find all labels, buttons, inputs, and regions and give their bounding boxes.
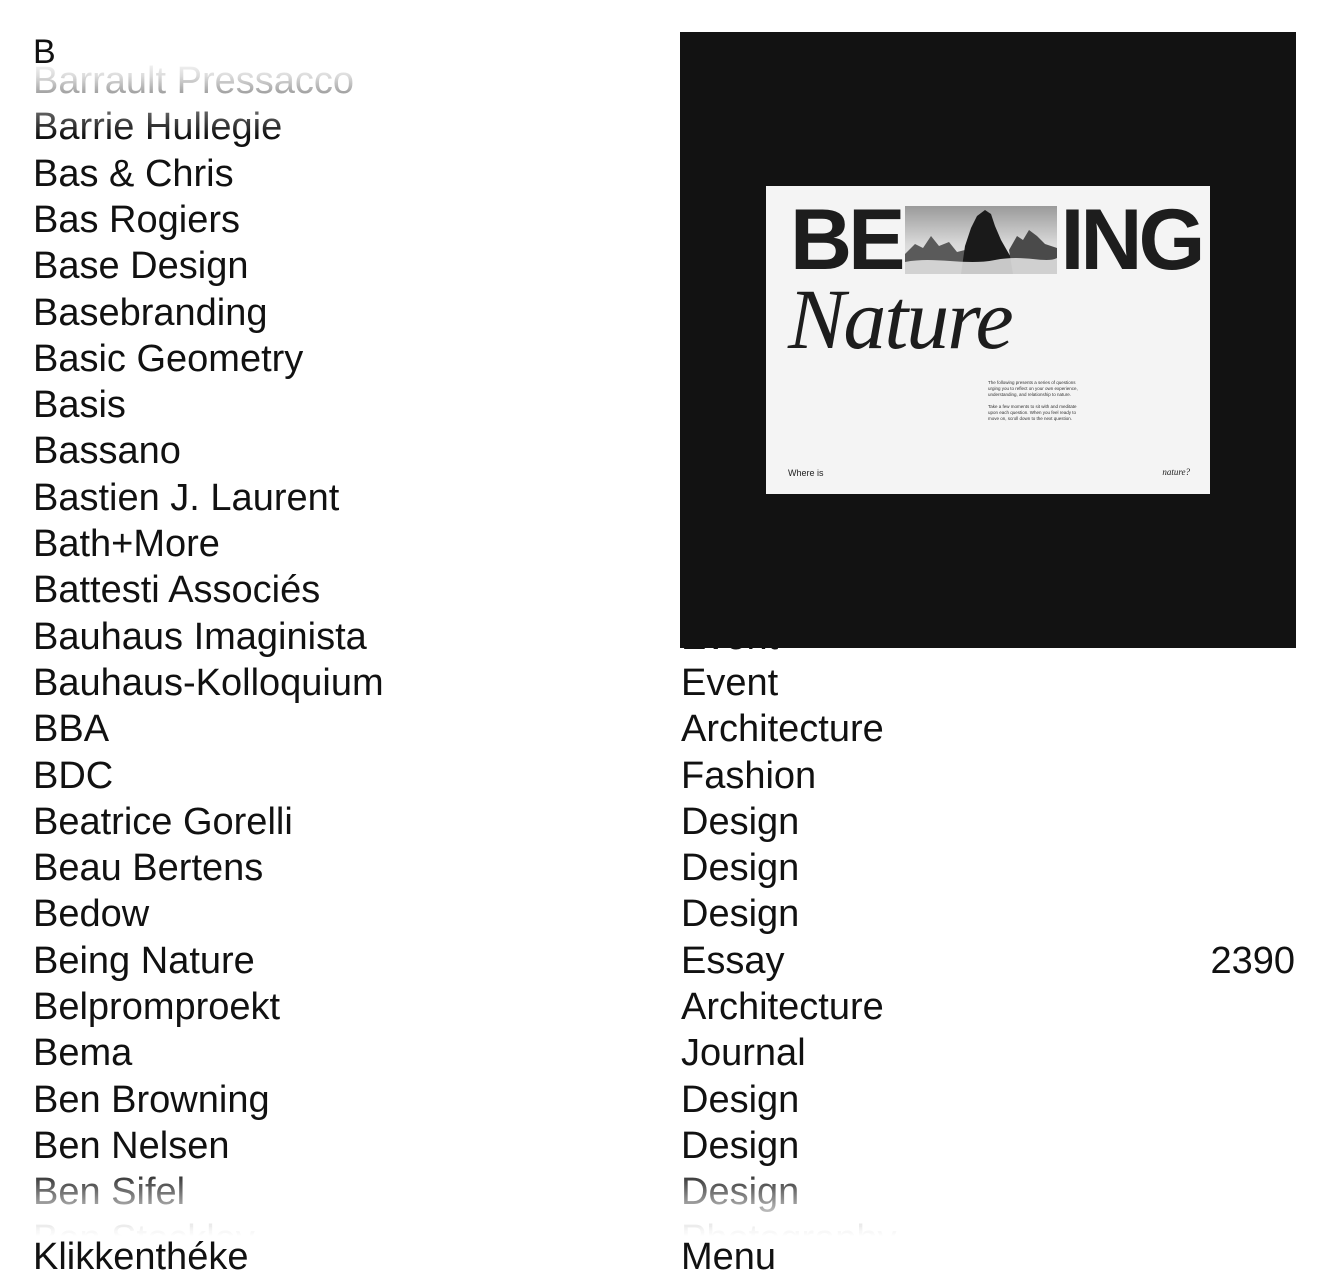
entry-name: Bath+More [33, 523, 220, 565]
index-row[interactable]: Ben Sifel Design [0, 1169, 1326, 1215]
index-row[interactable]: Ben Nelsen Design [0, 1123, 1326, 1169]
entry-category: Event [681, 661, 779, 704]
preview-body-paragraph: Take a few moments to sit with and medit… [988, 404, 1077, 421]
entry-category: Photography [681, 1216, 897, 1237]
entry-name: Beau Bertens [33, 847, 264, 890]
entry-category: Essay [681, 939, 785, 982]
entry-name: Barrault Pressacco [33, 60, 355, 102]
mountain-photo-icon [905, 206, 1058, 274]
index-row[interactable]: Beatrice Gorelli Design [0, 799, 1326, 845]
entry-name: Bas & Chris [33, 152, 234, 195]
entry-name: BBA [33, 708, 110, 751]
index-row[interactable]: Bauhaus-Kolloquium Event [0, 660, 1326, 706]
entry-name: Bas Rogiers [33, 198, 240, 241]
entry-name: Ben Sifel [33, 1171, 186, 1214]
preview-title-row: BE ING [790, 192, 1205, 288]
entry-name: Bedow [33, 893, 150, 936]
preview-footer-right: nature? [1162, 467, 1190, 477]
entry-category: Design [681, 800, 800, 843]
entry-category: Design [681, 1124, 800, 1167]
preview-subtitle: Nature [788, 271, 1014, 367]
entry-name: Beatrice Gorelli [33, 800, 293, 843]
entry-name: Bassano [33, 430, 181, 473]
entry-name: Ben Stockley [33, 1216, 255, 1237]
entry-name: Battesti Associés [33, 569, 321, 612]
index-row[interactable]: Bema Journal [0, 1030, 1326, 1076]
entry-name: Bastien J. Laurent [33, 476, 340, 519]
entry-name: Ben Browning [33, 1078, 270, 1121]
index-row[interactable]: Ben Stockley Photography [0, 1216, 1326, 1237]
preview-title-right: ING [1060, 192, 1205, 288]
entry-count: 2390 [1210, 939, 1295, 982]
entry-name: Bauhaus-Kolloquium [33, 661, 384, 704]
index-row[interactable]: BDC Fashion [0, 753, 1326, 799]
entry-category: Architecture [681, 708, 884, 751]
entry-category: Journal [681, 1032, 806, 1075]
entry-name: Bema [33, 1032, 133, 1075]
index-row[interactable]: Beau Bertens Design [0, 845, 1326, 891]
index-row[interactable]: BBA Architecture [0, 706, 1326, 752]
entry-name: Basic Geometry [33, 337, 304, 380]
menu-button[interactable]: Menu [681, 1235, 776, 1279]
entry-name: Basis [33, 384, 126, 427]
preview-footer-left: Where is [788, 468, 824, 478]
entry-category: Design [681, 1078, 800, 1121]
site-name-link[interactable]: Klikkenthéke [33, 1235, 248, 1279]
entry-category: Design [681, 893, 800, 936]
entry-name: Bauhaus Imaginista [33, 615, 367, 658]
entry-category: Design [681, 847, 800, 890]
entry-category: Architecture [681, 986, 884, 1028]
preview-body-paragraph: The following presents a series of quest… [988, 380, 1078, 397]
entry-category: Fashion [681, 754, 817, 797]
entry-name: Being Nature [33, 939, 255, 982]
entry-name: Barrie Hullegie [33, 106, 283, 149]
entry-name: BDC [33, 754, 114, 797]
preview-title-left: BE [790, 192, 905, 288]
entry-name: Belpromproekt [33, 986, 281, 1028]
hover-preview: BE ING Nature The following presents a s… [680, 32, 1296, 648]
index-row[interactable]: Belpromproekt Architecture [0, 984, 1326, 1030]
preview-card: BE ING Nature The following presents a s… [766, 186, 1210, 494]
entry-name: Base Design [33, 245, 249, 288]
entry-name: Ben Nelsen [33, 1124, 230, 1167]
entry-category: Design [681, 1171, 800, 1214]
index-row[interactable]: Being Nature Essay 2390 [0, 938, 1326, 984]
entry-name: Basebranding [33, 291, 268, 334]
preview-body: The following presents a series of quest… [988, 380, 1084, 428]
index-row[interactable]: Bedow Design [0, 891, 1326, 937]
index-row[interactable]: Ben Browning Design [0, 1077, 1326, 1123]
